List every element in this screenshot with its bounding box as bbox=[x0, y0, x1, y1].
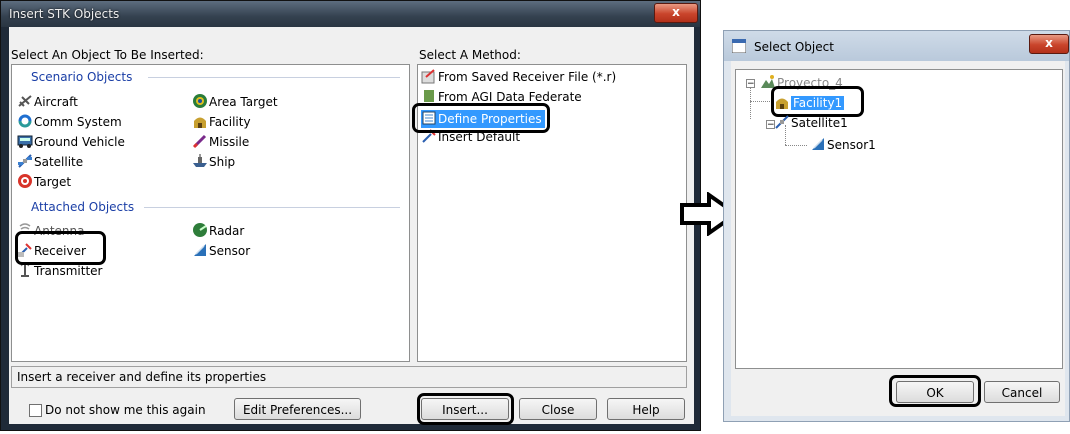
tree-item-sensor1[interactable]: Sensor1 bbox=[810, 136, 876, 154]
object-ship[interactable]: Ship bbox=[192, 153, 235, 171]
select-object-window: Select Object x − Proyecto_4 Facility1 −… bbox=[723, 30, 1070, 422]
group-scenario-objects: Scenario Objects bbox=[31, 70, 133, 84]
method-label: From AGI Data Federate bbox=[438, 90, 582, 104]
object-label: Radar bbox=[209, 224, 245, 238]
facility1-highlight bbox=[771, 86, 864, 117]
area-target-icon bbox=[193, 94, 207, 108]
insert-highlight bbox=[417, 393, 514, 425]
object-area-target[interactable]: Area Target bbox=[192, 93, 278, 111]
satellite-icon bbox=[18, 154, 32, 168]
satellite-icon bbox=[775, 115, 789, 129]
tree-item-satellite1[interactable]: Satellite1 bbox=[774, 114, 848, 132]
define-properties-highlight bbox=[412, 103, 550, 133]
group-attached-objects: Attached Objects bbox=[31, 200, 135, 214]
aircraft-icon bbox=[18, 95, 32, 107]
close-button[interactable]: Close bbox=[519, 398, 597, 420]
cancel-button[interactable]: Cancel bbox=[984, 381, 1060, 403]
do-not-show-label: Do not show me this again bbox=[45, 403, 206, 417]
sensor-icon bbox=[194, 244, 206, 256]
insert-stk-objects-window: Insert STK Objects x Select An Object To… bbox=[0, 0, 701, 431]
object-facility[interactable]: Facility bbox=[192, 113, 251, 131]
dialog-client-area: − Proyecto_4 Facility1 − Satellite1 Sens… bbox=[731, 61, 1065, 416]
do-not-show-checkbox[interactable] bbox=[29, 404, 42, 417]
group-divider bbox=[144, 207, 400, 208]
object-missile[interactable]: Missile bbox=[192, 133, 249, 151]
object-list[interactable]: Scenario Objects Aircraft Area Target Co… bbox=[11, 64, 410, 362]
method-label: From Saved Receiver File (*.r) bbox=[438, 70, 617, 84]
tree-label: Sensor1 bbox=[827, 138, 876, 152]
facility-icon bbox=[194, 117, 206, 128]
object-target[interactable]: Target bbox=[17, 173, 71, 191]
object-label: Sensor bbox=[209, 244, 251, 258]
missile-icon bbox=[192, 134, 207, 149]
comm-system-icon bbox=[18, 114, 32, 128]
tree-label: Satellite1 bbox=[791, 116, 848, 130]
object-label: Aircraft bbox=[34, 95, 78, 109]
dialog-client-area: Select An Object To Be Inserted: Select … bbox=[9, 27, 694, 425]
object-ground-vehicle[interactable]: Ground Vehicle bbox=[17, 133, 125, 151]
object-satellite[interactable]: Satellite bbox=[17, 153, 83, 171]
window-title: Select Object bbox=[754, 40, 834, 54]
tree-connector bbox=[750, 101, 772, 102]
object-label: Ship bbox=[209, 155, 236, 169]
window-close-button[interactable]: x bbox=[654, 3, 698, 23]
object-aircraft[interactable]: Aircraft bbox=[17, 93, 78, 111]
status-bar: Insert a receiver and define its propert… bbox=[11, 366, 687, 388]
object-label: Target bbox=[34, 175, 72, 189]
title-bar[interactable]: Select Object x bbox=[724, 31, 1069, 61]
app-icon bbox=[732, 39, 746, 53]
object-label: Comm System bbox=[34, 115, 122, 129]
object-sensor[interactable]: Sensor bbox=[192, 242, 250, 260]
ground-vehicle-icon bbox=[17, 135, 33, 148]
tree-connector bbox=[785, 145, 807, 146]
radar-icon bbox=[193, 223, 207, 237]
receiver-highlight bbox=[15, 231, 106, 265]
ok-highlight bbox=[889, 375, 981, 407]
method-from-saved-file[interactable]: From Saved Receiver File (*.r) bbox=[421, 68, 616, 86]
expand-toggle[interactable]: − bbox=[746, 79, 755, 89]
object-label: Satellite bbox=[34, 155, 84, 169]
help-button[interactable]: Help bbox=[607, 398, 685, 420]
object-label: Area Target bbox=[209, 95, 278, 109]
object-label: Facility bbox=[209, 115, 251, 129]
object-label: Missile bbox=[209, 135, 250, 149]
objects-label: Select An Object To Be Inserted: bbox=[11, 48, 204, 62]
edit-preferences-button[interactable]: Edit Preferences... bbox=[234, 398, 361, 420]
object-label: Ground Vehicle bbox=[34, 135, 125, 149]
title-bar[interactable]: Insert STK Objects x bbox=[1, 1, 700, 27]
method-label: Select A Method: bbox=[419, 48, 521, 62]
receiver-file-icon bbox=[421, 69, 435, 84]
object-comm-system[interactable]: Comm System bbox=[17, 113, 122, 131]
sensor-icon bbox=[812, 138, 824, 150]
window-title: Insert STK Objects bbox=[9, 7, 120, 21]
status-text: Insert a receiver and define its propert… bbox=[17, 370, 267, 384]
object-label: Transmitter bbox=[34, 264, 103, 278]
object-radar[interactable]: Radar bbox=[192, 222, 244, 240]
target-icon bbox=[18, 174, 32, 188]
group-divider bbox=[148, 77, 400, 78]
data-federate-icon bbox=[424, 90, 434, 102]
object-tree[interactable]: − Proyecto_4 Facility1 − Satellite1 Sens… bbox=[735, 69, 1063, 369]
ship-icon bbox=[193, 154, 207, 167]
window-close-button[interactable]: x bbox=[1029, 34, 1069, 54]
